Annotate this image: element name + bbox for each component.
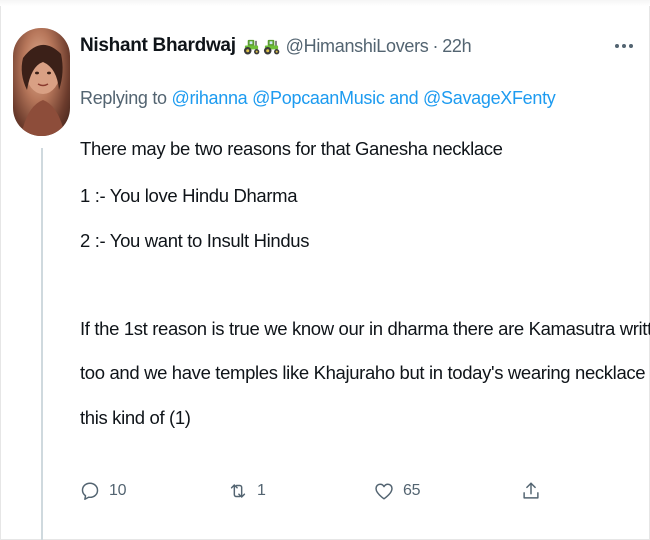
tweet-text-line: If the 1st reason is true we know our in…	[80, 318, 650, 339]
tweet-header: Nishant Bhardwaj @HimanshiLovers · 22h	[80, 34, 472, 58]
more-options-button[interactable]	[612, 36, 636, 56]
tweet-text-line: too and we have temples like Khajuraho b…	[80, 362, 650, 383]
share-icon	[523, 482, 539, 499]
reply-count: 10	[109, 482, 127, 499]
tweet-text-line: 1 :- You love Hindu Dharma	[80, 185, 298, 206]
author-emoji-group	[242, 38, 281, 55]
retweet-icon	[230, 484, 246, 498]
author-handle[interactable]: @HimanshiLovers	[286, 36, 429, 57]
author-name[interactable]: Nishant Bhardwaj	[80, 35, 236, 57]
like-count: 65	[403, 482, 421, 499]
avatar[interactable]	[13, 28, 70, 136]
tweet-text-line: this kind of (1)	[80, 407, 191, 428]
retweet-count: 1	[257, 482, 266, 499]
replying-prefix: Replying to	[80, 88, 172, 108]
tractor-icon	[243, 39, 260, 55]
tweet-actions: 10 1 65	[0, 476, 650, 506]
replying-to: Replying to @rihanna @PopcaanMusic and @…	[80, 88, 556, 109]
more-dot-icon	[629, 44, 633, 48]
tweet-text-line: 2 :- You want to Insult Hindus	[80, 230, 310, 251]
separator-dot: ·	[432, 35, 439, 56]
reply-icon	[81, 482, 99, 500]
tweet-text-line: There may be two reasons for that Ganesh…	[80, 138, 503, 159]
tractor-icon	[263, 39, 280, 55]
like-button[interactable]: 65	[373, 476, 421, 506]
like-icon	[375, 483, 393, 500]
share-button[interactable]	[520, 476, 542, 506]
tweet-timestamp[interactable]: 22h	[442, 36, 471, 57]
more-dot-icon	[615, 44, 619, 48]
retweet-button[interactable]: 1	[227, 476, 266, 506]
top-divider	[0, 0, 650, 6]
reply-button[interactable]: 10	[79, 476, 127, 506]
more-dot-icon	[622, 44, 626, 48]
tweet-card	[0, 0, 650, 540]
reply-mentions-link[interactable]: @rihanna @PopcaanMusic and @SavageXFenty	[171, 88, 555, 108]
